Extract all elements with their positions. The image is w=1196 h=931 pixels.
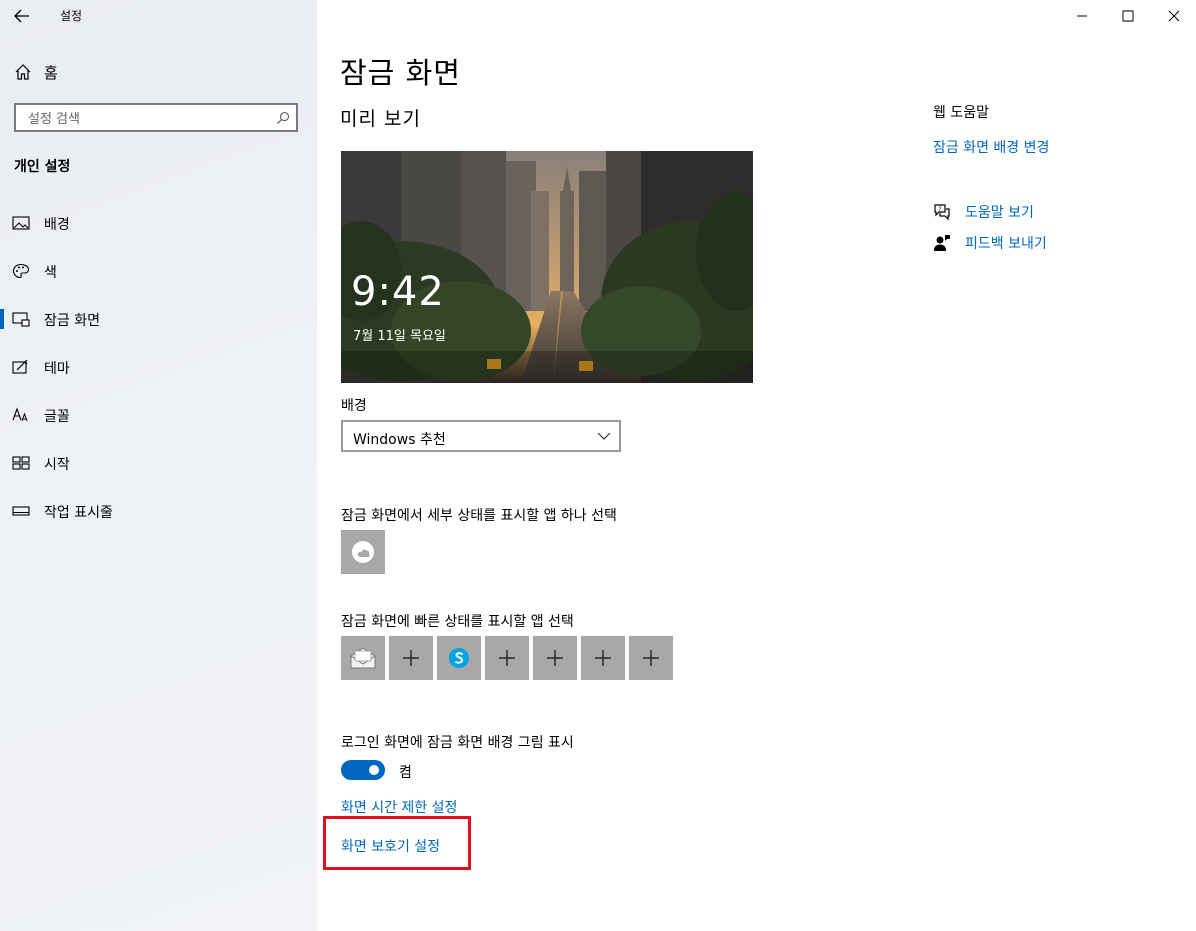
taskbar-icon — [12, 506, 30, 516]
web-help-heading: 웹 도움말 — [933, 105, 989, 121]
page-title: 잠금 화면 — [340, 56, 461, 90]
search-input[interactable] — [26, 109, 270, 129]
sidebar-item-background[interactable]: 배경 — [0, 208, 317, 238]
sidebar-item-theme[interactable]: 테마 — [0, 352, 317, 382]
send-feedback-link: 피드백 보내기 — [965, 236, 1047, 252]
toggle-knob — [369, 765, 379, 775]
toggle-state-text: 켬 — [399, 765, 412, 781]
preview-heading: 미리 보기 — [340, 108, 421, 130]
get-help-link: 도움말 보기 — [965, 205, 1034, 221]
signin-background-toggle[interactable] — [341, 760, 385, 780]
quick-status-app-tile[interactable] — [485, 636, 529, 680]
start-icon — [12, 456, 30, 470]
related-help-panel: 웹 도움말 잠금 화면 배경 변경 ? 도움말 보기 피드백 보내기 — [933, 0, 1183, 931]
quick-status-label: 잠금 화면에 빠른 상태를 표시할 앱 선택 — [341, 614, 574, 630]
detail-status-label: 잠금 화면에서 세부 상태를 표시할 앱 하나 선택 — [341, 508, 617, 524]
plus-icon — [499, 650, 515, 666]
sidebar-home[interactable]: 홈 — [14, 62, 58, 82]
quick-status-app-tile[interactable] — [389, 636, 433, 680]
feedback-person-icon — [934, 235, 950, 251]
search-box[interactable] — [14, 103, 298, 132]
city-street-image — [341, 151, 753, 383]
lock-screen-preview: 9:42 7월 11일 목요일 — [341, 151, 753, 383]
sidebar-item-taskbar[interactable]: 작업 표시줄 — [0, 496, 317, 526]
signin-background-label: 로그인 화면에 잠금 화면 배경 그림 표시 — [341, 735, 574, 751]
plus-icon — [595, 650, 611, 666]
sidebar-item-color[interactable]: 색 — [0, 256, 317, 286]
help-chat-icon: ? — [934, 204, 950, 221]
plus-icon — [547, 650, 563, 666]
plus-icon — [643, 650, 659, 666]
plus-icon — [403, 650, 419, 666]
picture-icon — [12, 216, 30, 230]
home-icon — [15, 64, 31, 80]
preview-date: 7월 11일 목요일 — [353, 329, 446, 344]
font-icon — [12, 407, 28, 422]
quick-status-app-tile[interactable] — [533, 636, 577, 680]
screensaver-settings-link[interactable]: 화면 보호기 설정 — [341, 836, 440, 856]
sidebar-item-label: 글꼴 — [44, 409, 70, 425]
sidebar-item-label: 시작 — [44, 457, 70, 473]
sidebar-home-label: 홈 — [44, 63, 58, 82]
sidebar-item-label: 테마 — [44, 361, 70, 377]
sidebar-item-label: 색 — [44, 265, 57, 281]
quick-status-app-tile[interactable] — [341, 636, 385, 680]
sidebar-item-start[interactable]: 시작 — [0, 448, 317, 478]
sidebar-item-label: 작업 표시줄 — [44, 505, 113, 521]
send-feedback-item[interactable]: 피드백 보내기 — [933, 233, 1047, 253]
back-arrow-icon[interactable] — [12, 6, 32, 26]
sidebar: 설정 홈 개인 설정 배경 색 잠금 화면 — [0, 0, 317, 931]
skype-icon — [449, 648, 469, 668]
get-help-item[interactable]: ? 도움말 보기 — [933, 202, 1034, 222]
preview-time: 9:42 — [351, 269, 445, 315]
section-title: 개인 설정 — [14, 159, 71, 175]
quick-status-app-tile[interactable] — [437, 636, 481, 680]
background-label: 배경 — [341, 398, 367, 414]
active-indicator — [0, 309, 4, 329]
chevron-down-icon — [597, 432, 611, 440]
sidebar-item-lock-screen[interactable]: 잠금 화면 — [0, 304, 317, 334]
svg-text:?: ? — [938, 206, 941, 213]
sidebar-item-fonts[interactable]: 글꼴 — [0, 400, 317, 430]
app-title: 설정 — [60, 9, 83, 23]
quick-status-app-tile[interactable] — [581, 636, 625, 680]
background-dropdown-value: Windows 추천 — [353, 432, 446, 448]
mail-icon — [350, 647, 376, 669]
detail-status-app-tile[interactable] — [341, 530, 385, 574]
palette-icon — [12, 263, 30, 279]
lock-screen-icon — [12, 312, 30, 327]
background-dropdown[interactable]: Windows 추천 — [341, 420, 621, 452]
change-lock-screen-bg-link[interactable]: 잠금 화면 배경 변경 — [933, 137, 1049, 157]
screen-timeout-link[interactable]: 화면 시간 제한 설정 — [341, 797, 457, 817]
search-icon[interactable] — [276, 111, 290, 125]
theme-icon — [12, 359, 28, 374]
weather-icon — [352, 541, 374, 563]
sidebar-item-label: 잠금 화면 — [44, 313, 100, 329]
main-content: 잠금 화면 미리 보기 9:42 7월 11일 목요일 배경 Windows 추… — [317, 0, 1196, 931]
quick-status-app-tile[interactable] — [629, 636, 673, 680]
sidebar-item-label: 배경 — [44, 217, 70, 233]
